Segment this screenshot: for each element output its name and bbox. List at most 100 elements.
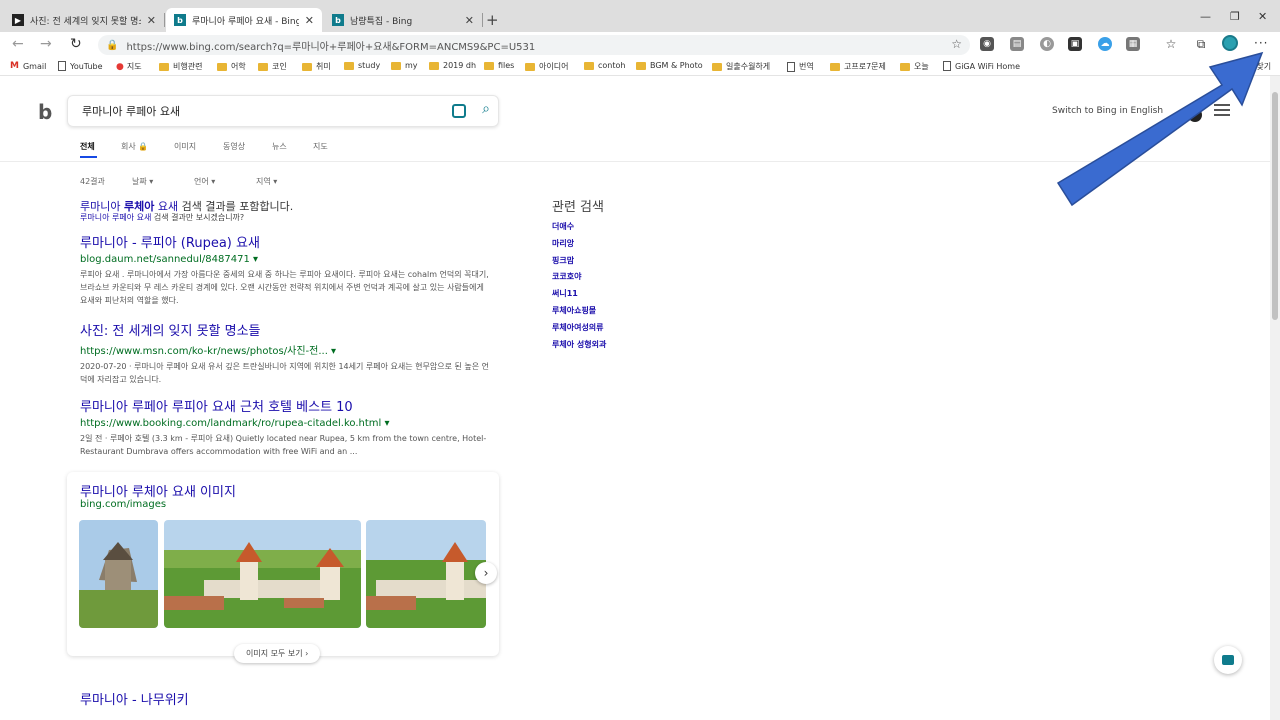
language-filter[interactable]: 언어 ▾ [194, 176, 215, 187]
image-thumbnail[interactable] [164, 520, 361, 628]
folder-icon [159, 62, 169, 71]
scrollbar-thumb[interactable] [1272, 92, 1278, 320]
result-title[interactable]: 사진: 전 세계의 잊지 못할 명소들 [80, 320, 490, 339]
active-tab-underline [80, 156, 97, 158]
tab-images[interactable]: 이미지 [174, 141, 196, 152]
next-images-button[interactable]: › [475, 562, 497, 584]
result-title[interactable]: 루마니아 루페아 루피아 요새 근처 호텔 베스트 10 [80, 396, 490, 415]
image-card-title[interactable]: 루마니아 루체아 요새 이미지 [80, 481, 236, 500]
close-tab-icon[interactable]: ✕ [147, 14, 156, 27]
bing-logo-icon[interactable]: b [38, 100, 52, 124]
bookmark-folder[interactable]: my [391, 61, 418, 70]
close-window-icon[interactable]: ✕ [1258, 10, 1267, 23]
minimize-icon[interactable]: — [1200, 10, 1211, 23]
bookmark-map[interactable]: ● 지도 [116, 61, 142, 72]
reload-icon[interactable]: ↻ [70, 36, 82, 52]
bookmark-folder[interactable]: study [344, 61, 380, 70]
search-result: 사진: 전 세계의 잊지 못할 명소들 https://www.msn.com/… [80, 320, 490, 386]
restore-icon[interactable]: ❐ [1230, 10, 1240, 23]
folder-icon [712, 62, 722, 71]
tab-maps[interactable]: 지도 [313, 141, 328, 152]
chat-button[interactable] [1214, 646, 1242, 674]
extension-icon[interactable]: ◉ [980, 37, 994, 51]
bookmark-label: 2019 dh [443, 61, 477, 70]
extension-icon[interactable]: ▤ [1010, 37, 1024, 51]
tab-title: 사진: 전 세계의 잊지 못할 명소들 [30, 16, 141, 27]
result-title[interactable]: 루마니아 - 나무위키 [80, 689, 189, 708]
bookmark-folder[interactable]: 일출수월하게 [712, 61, 770, 72]
related-item[interactable]: 마리앙 [552, 238, 606, 255]
folder-icon [830, 62, 840, 71]
tab-msn-photos[interactable]: ▶ 사진: 전 세계의 잊지 못할 명소들 ✕ [4, 8, 164, 32]
image-thumbnail[interactable] [366, 520, 486, 628]
tab-videos[interactable]: 동영상 [223, 141, 245, 152]
search-icon[interactable]: ⌕ [482, 101, 490, 117]
search-input[interactable]: 루마니아 루페아 요새 ⌕ [67, 95, 499, 127]
bookmark-folder[interactable]: 코인 [258, 61, 287, 72]
folder-icon [584, 61, 594, 70]
related-item[interactable]: 루체아쇼핑몰 [552, 305, 606, 322]
bookmark-folder[interactable]: 취미 [302, 61, 331, 72]
bookmark-page[interactable]: 번역 [787, 61, 814, 72]
new-tab-icon[interactable]: + [486, 11, 499, 29]
bookmark-label: 코인 [272, 62, 287, 71]
original-query-link[interactable]: 루마니아 루페아 요새 [80, 213, 151, 222]
result-url[interactable]: https://www.booking.com/landmark/ro/rupe… [80, 418, 490, 429]
see-all-images-button[interactable]: 이미지 모두 보기 › [234, 644, 321, 663]
bookmark-label: files [498, 61, 515, 70]
address-bar[interactable]: 🔒 https://www.bing.com/search?q=루마니아+루페아… [98, 35, 970, 55]
tab-all[interactable]: 전체 [80, 141, 95, 152]
bookmark-folder[interactable]: 어학 [217, 61, 246, 72]
related-item[interactable]: 핑크맘 [552, 255, 606, 272]
bookmark-label: 고프로7문제 [844, 62, 886, 71]
bookmark-folder[interactable]: 고프로7문제 [830, 61, 886, 72]
image-thumbnail[interactable] [79, 520, 158, 628]
bookmark-label: 비행관련 [173, 62, 203, 71]
tab-news[interactable]: 뉴스 [272, 141, 287, 152]
tab-bing-summer[interactable]: b 남량특집 - Bing ✕ [324, 8, 482, 32]
related-item[interactable]: 루체아 성형외과 [552, 339, 606, 356]
folder-icon [636, 61, 646, 70]
bookmark-folder[interactable]: 비행관련 [159, 61, 202, 72]
tab-title: 남량특집 - Bing [350, 16, 413, 27]
back-icon[interactable]: ← [12, 36, 24, 52]
bookmark-label: BGM & Photo [650, 61, 703, 70]
related-item[interactable]: 루체아여성의류 [552, 322, 606, 339]
result-count: 42결과 [80, 177, 105, 186]
bookmark-page[interactable]: GiGA WiFi Home [943, 61, 1020, 71]
region-filter[interactable]: 지역 ▾ [256, 176, 277, 187]
date-filter[interactable]: 날짜 ▾ [132, 176, 153, 187]
tab-work[interactable]: 회사 🔒 [121, 141, 148, 152]
bookmark-gmail[interactable]: M Gmail [10, 61, 46, 71]
related-item[interactable]: 써니11 [552, 288, 606, 305]
bookmark-label: 아이디어 [539, 62, 569, 71]
result-snippet: 2020-07-20 · 루마니아 루페아 요새 유서 깊은 트란실바니아 지역… [80, 362, 490, 384]
forward-icon[interactable]: → [40, 36, 52, 52]
page-icon [787, 61, 795, 72]
result-url[interactable]: https://www.msn.com/ko-kr/news/photos/사진… [80, 342, 490, 357]
bookmark-label: study [358, 61, 381, 70]
image-card-url[interactable]: bing.com/images [80, 499, 166, 510]
bookmark-folder[interactable]: 아이디어 [525, 61, 568, 72]
close-tab-icon[interactable]: ✕ [465, 14, 474, 27]
visual-search-icon[interactable] [452, 104, 466, 118]
image-results-card: 루마니아 루체아 요새 이미지 bing.com/images › 이미지 모두… [67, 472, 499, 663]
close-tab-icon[interactable]: ✕ [305, 14, 314, 27]
bookmark-folder[interactable]: BGM & Photo [636, 61, 703, 70]
bookmark-label: GiGA WiFi Home [955, 61, 1021, 71]
bookmark-folder[interactable]: files [484, 61, 514, 70]
result-url[interactable]: blog.daum.net/sannedul/8487471 ▾ [80, 254, 490, 265]
related-item[interactable]: 더애수 [552, 221, 606, 238]
bookmark-folder[interactable]: 2019 dh [429, 61, 476, 70]
lock-icon[interactable]: 🔒 [106, 40, 118, 51]
favorite-star-icon[interactable]: ☆ [951, 37, 962, 51]
related-searches: 관련 검색 더애수 마리앙 핑크맘 코코호야 써니11 루체아쇼핑몰 루체아여성… [552, 196, 606, 355]
bookmark-folder[interactable]: 오늘 [900, 61, 929, 72]
related-item[interactable]: 코코호야 [552, 271, 606, 288]
folder-icon [391, 61, 401, 70]
map-pin-icon: ● [116, 61, 124, 72]
tab-bing-rupea[interactable]: b 루마니아 루페아 요새 - Bing ✕ [166, 8, 322, 32]
bookmark-youtube[interactable]: YouTube [58, 61, 103, 71]
bookmark-folder[interactable]: contoh [584, 61, 625, 70]
result-title[interactable]: 루마니아 - 루피아 (Rupea) 요새 [80, 232, 490, 251]
